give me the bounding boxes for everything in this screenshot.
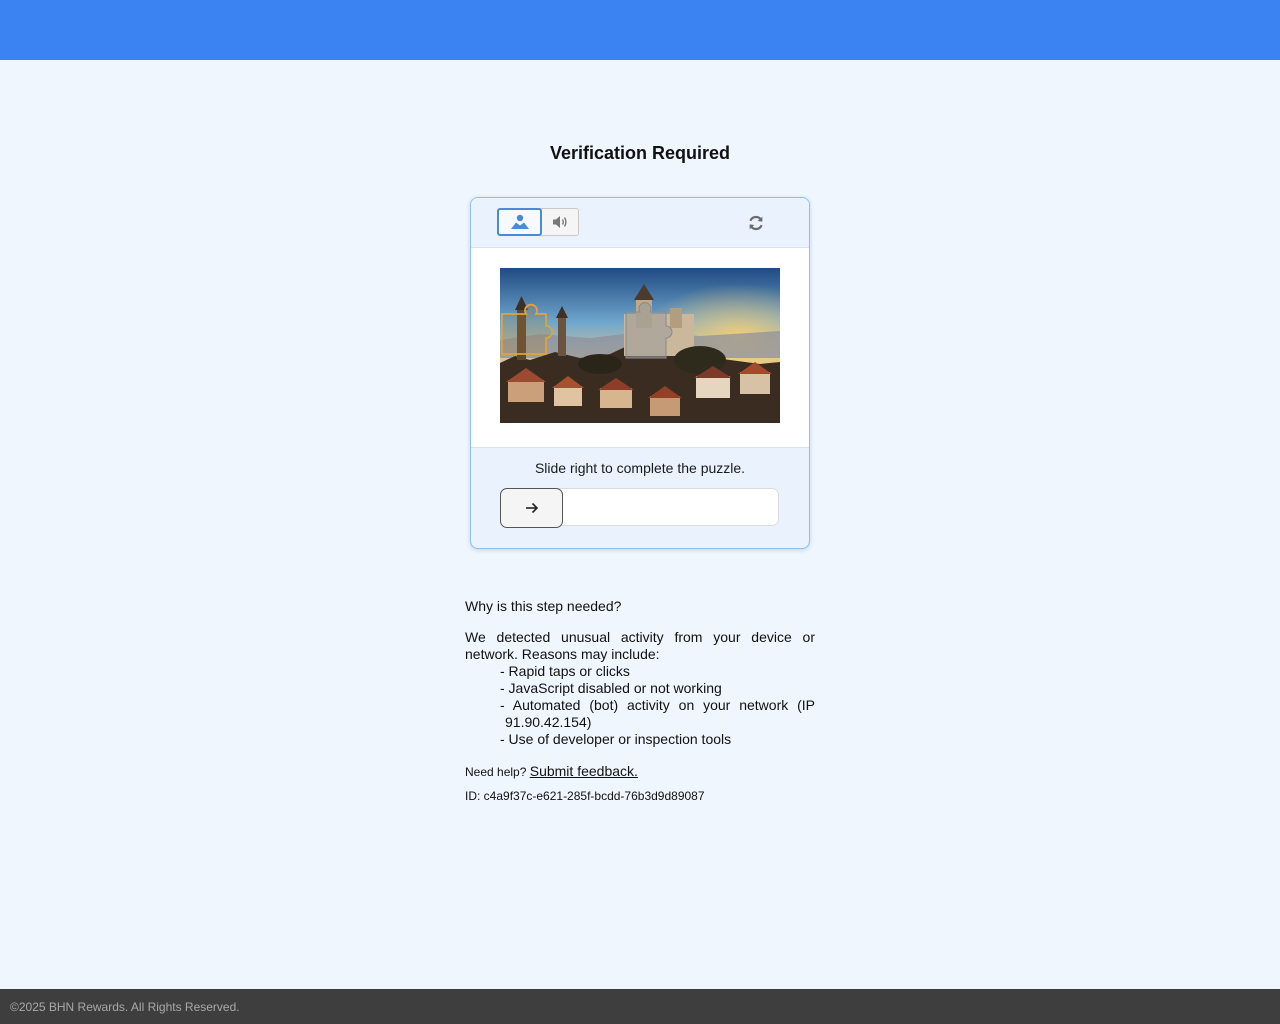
captcha-widget: Slide right to complete the puzzle. [470, 197, 810, 549]
footer: ©2025 BHN Rewards. All Rights Reserved. [0, 989, 1280, 1024]
captcha-image-area [471, 248, 809, 448]
page-title: Verification Required [549, 143, 731, 163]
request-id: ID: c4a9f37c-e621-285f-bcdd-76b3d9d89087 [465, 789, 705, 803]
audio-mode-button[interactable] [540, 208, 579, 236]
reason-list: - Rapid taps or clicks - JavaScript disa… [465, 663, 815, 748]
info-paragraph: We detected unusual activity from your d… [465, 629, 815, 662]
slider-handle[interactable] [500, 488, 563, 528]
help-line: Need help? Submit feedback. [465, 760, 815, 783]
reason-item: - Use of developer or inspection tools [500, 731, 732, 747]
speaker-icon [552, 216, 567, 228]
reason-item: - Automated (bot) activity on your netwo… [500, 697, 815, 730]
image-mode-icon [510, 214, 529, 229]
puzzle-instruction: Slide right to complete the puzzle. [534, 460, 746, 476]
submit-feedback-link[interactable]: Submit feedback. [530, 763, 638, 779]
copyright-text: ©2025 BHN Rewards. All Rights Reserved. [10, 1000, 240, 1014]
refresh-icon [749, 215, 763, 231]
reason-item: - JavaScript disabled or not working [500, 680, 722, 696]
refresh-button[interactable] [745, 212, 767, 234]
info-heading: Why is this step needed? [465, 598, 622, 614]
arrow-right-icon [525, 502, 538, 514]
puzzle-image [500, 268, 780, 423]
info-section: Why is this step needed? We detected unu… [465, 598, 815, 803]
image-mode-button[interactable] [497, 208, 542, 236]
captcha-header [471, 198, 809, 248]
top-header-bar [0, 0, 1280, 60]
reason-item: - Rapid taps or clicks [500, 663, 630, 679]
help-prefix: Need help? [465, 765, 527, 779]
